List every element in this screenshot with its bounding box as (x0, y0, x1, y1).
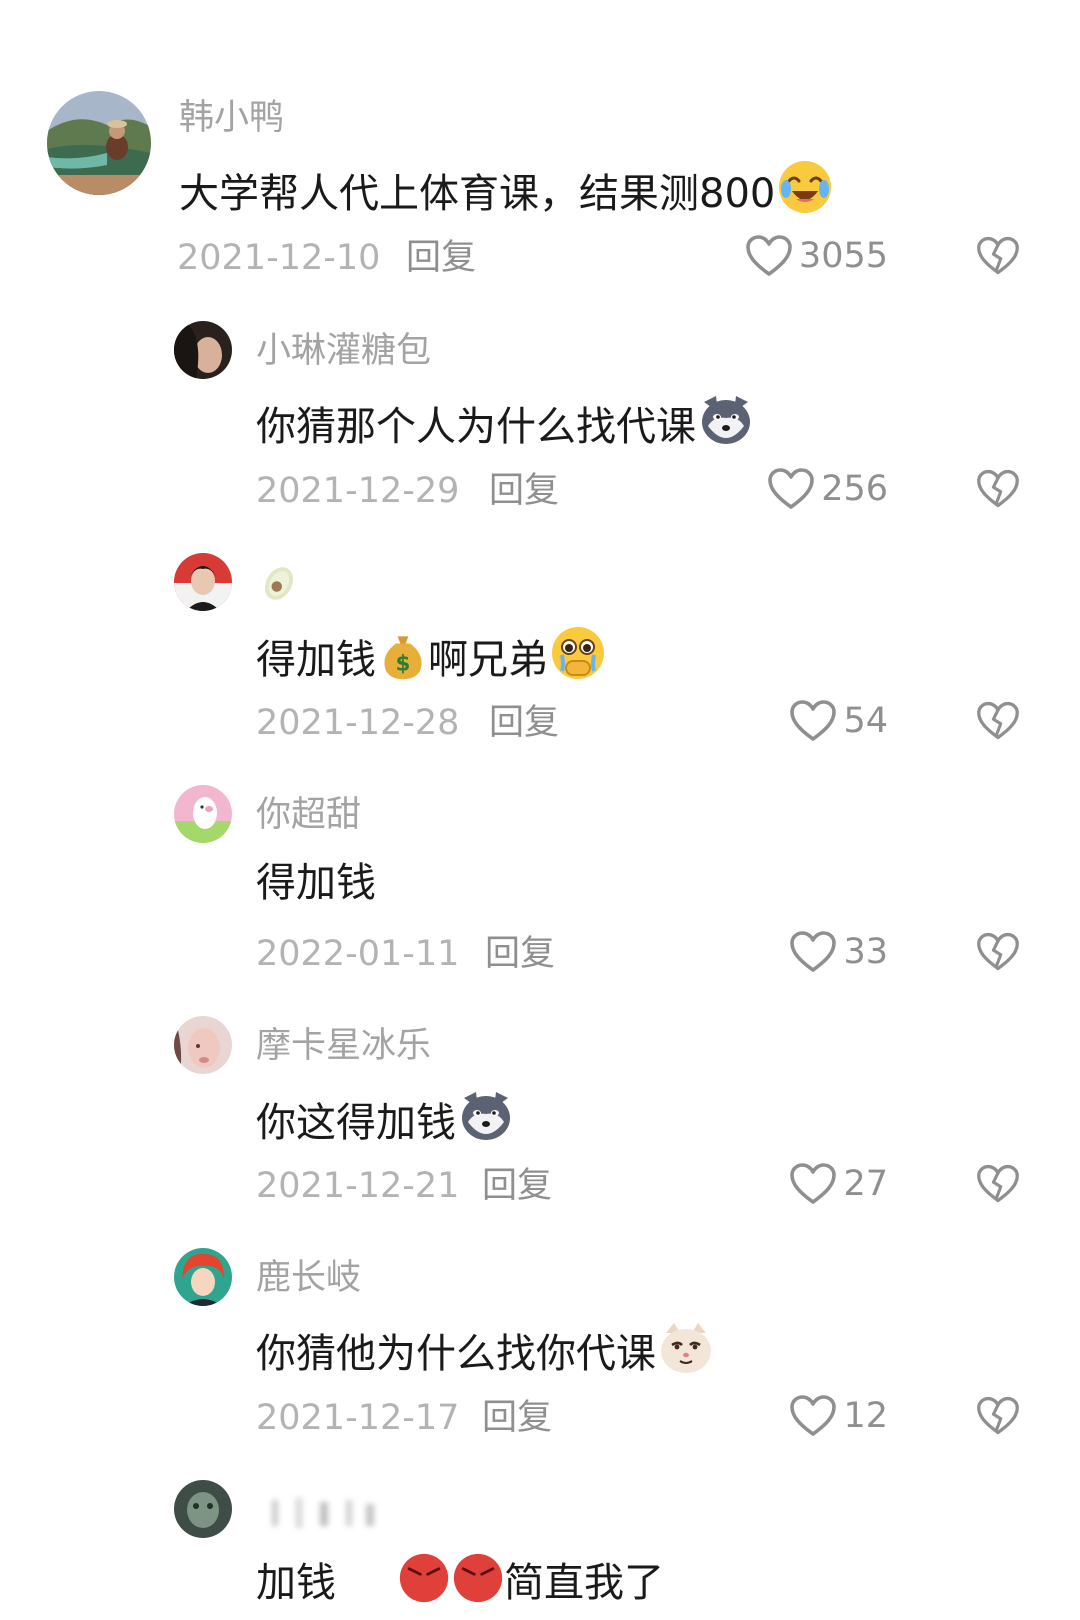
comment-text-content: 你猜他为什么找你代课 (256, 1331, 656, 1377)
broken-heart-icon[interactable] (976, 1162, 1020, 1206)
like-count: 54 (843, 701, 888, 741)
comment-date: 2021-12-21 (256, 1166, 460, 1206)
comment-username[interactable]: 鹿长岐 (256, 1256, 361, 1300)
comment-text: 你猜他为什么找你代课 (256, 1319, 714, 1380)
comment-text: 你这得加钱 (256, 1088, 514, 1149)
comment-date: 2021-12-10 (177, 238, 381, 278)
reply-button[interactable]: 回复 (489, 469, 559, 513)
heart-icon (745, 234, 793, 278)
reply-button[interactable]: 回复 (485, 932, 555, 976)
comment-date: 2022-01-11 (256, 934, 460, 974)
comment-text: 得加钱 啊兄弟 (256, 625, 606, 686)
comment-username[interactable]: 你超甜 (256, 793, 361, 837)
broken-heart-icon[interactable] (976, 1394, 1020, 1438)
comment-text-content: 你猜那个人为什么找代课 (256, 404, 696, 450)
broken-heart-icon[interactable] (976, 467, 1020, 511)
comment-text-part: 得加钱 (256, 637, 376, 683)
like-button[interactable]: 27 (789, 1162, 888, 1206)
heart-icon (789, 1162, 837, 1206)
broken-heart-icon[interactable] (976, 699, 1020, 743)
avatar[interactable] (174, 1248, 232, 1306)
broken-heart-icon[interactable] (976, 930, 1020, 974)
like-count: 27 (843, 1164, 888, 1204)
heart-icon (767, 467, 815, 511)
husky-emoji-icon (698, 392, 754, 448)
reply-button[interactable]: 回复 (406, 236, 476, 280)
holding-back-tears-emoji-icon (550, 625, 606, 681)
comment-text: 大学帮人代上体育课，结果测800 (179, 159, 833, 220)
comment-date: 2021-12-28 (256, 703, 460, 743)
like-count: 33 (843, 932, 888, 972)
broken-heart-icon[interactable] (976, 234, 1020, 278)
comment-username-redacted[interactable] (262, 1496, 392, 1530)
comment-date: 2021-12-17 (256, 1398, 460, 1438)
angry-face-emoji-icon (398, 1552, 450, 1604)
avatar[interactable] (174, 321, 232, 379)
comment-username[interactable]: 韩小鸭 (179, 96, 284, 140)
like-count: 12 (843, 1396, 888, 1436)
comment-text-part: 啊兄弟 (428, 637, 548, 683)
smug-cat-emoji-icon (658, 1319, 714, 1375)
like-button[interactable]: 3055 (745, 234, 888, 278)
comment-date: 2021-12-29 (256, 471, 460, 511)
like-button[interactable]: 54 (789, 699, 888, 743)
money-bag-emoji-icon (378, 631, 428, 681)
comment-text-part: 加钱 (256, 1560, 336, 1606)
avatar[interactable] (47, 91, 151, 195)
husky-emoji-icon (458, 1088, 514, 1144)
heart-icon (789, 699, 837, 743)
avatar[interactable] (174, 785, 232, 843)
reply-button[interactable]: 回复 (482, 1164, 552, 1208)
reply-button[interactable]: 回复 (482, 1396, 552, 1440)
avatar[interactable] (174, 553, 232, 611)
like-button[interactable]: 33 (789, 930, 888, 974)
crying-laughing-emoji-icon (777, 159, 833, 215)
comment-text: 得加钱 (256, 857, 376, 909)
avocado-emoji-icon[interactable] (258, 561, 300, 603)
avatar[interactable] (174, 1016, 232, 1074)
comment-text-content: 大学帮人代上体育课，结果测800 (179, 171, 776, 217)
like-button[interactable]: 12 (789, 1394, 888, 1438)
comment-text-part: 简直我了 (504, 1560, 664, 1606)
like-count: 256 (821, 469, 888, 509)
heart-icon (789, 930, 837, 974)
comment-text-content: 你这得加钱 (256, 1100, 456, 1146)
like-button[interactable]: 256 (767, 467, 888, 511)
comment-text: 你猜那个人为什么找代课 (256, 392, 754, 453)
comment-username[interactable]: 摩卡星冰乐 (256, 1024, 431, 1068)
reply-button[interactable]: 回复 (489, 701, 559, 745)
comment-text: 加钱 简直我了 (256, 1552, 664, 1609)
like-count: 3055 (798, 236, 888, 276)
comment-username[interactable]: 小琳灌糖包 (256, 329, 431, 373)
comment-text-content: 得加钱 (256, 860, 376, 906)
avatar[interactable] (174, 1480, 232, 1538)
angry-face-emoji-icon (452, 1552, 504, 1604)
heart-icon (789, 1394, 837, 1438)
